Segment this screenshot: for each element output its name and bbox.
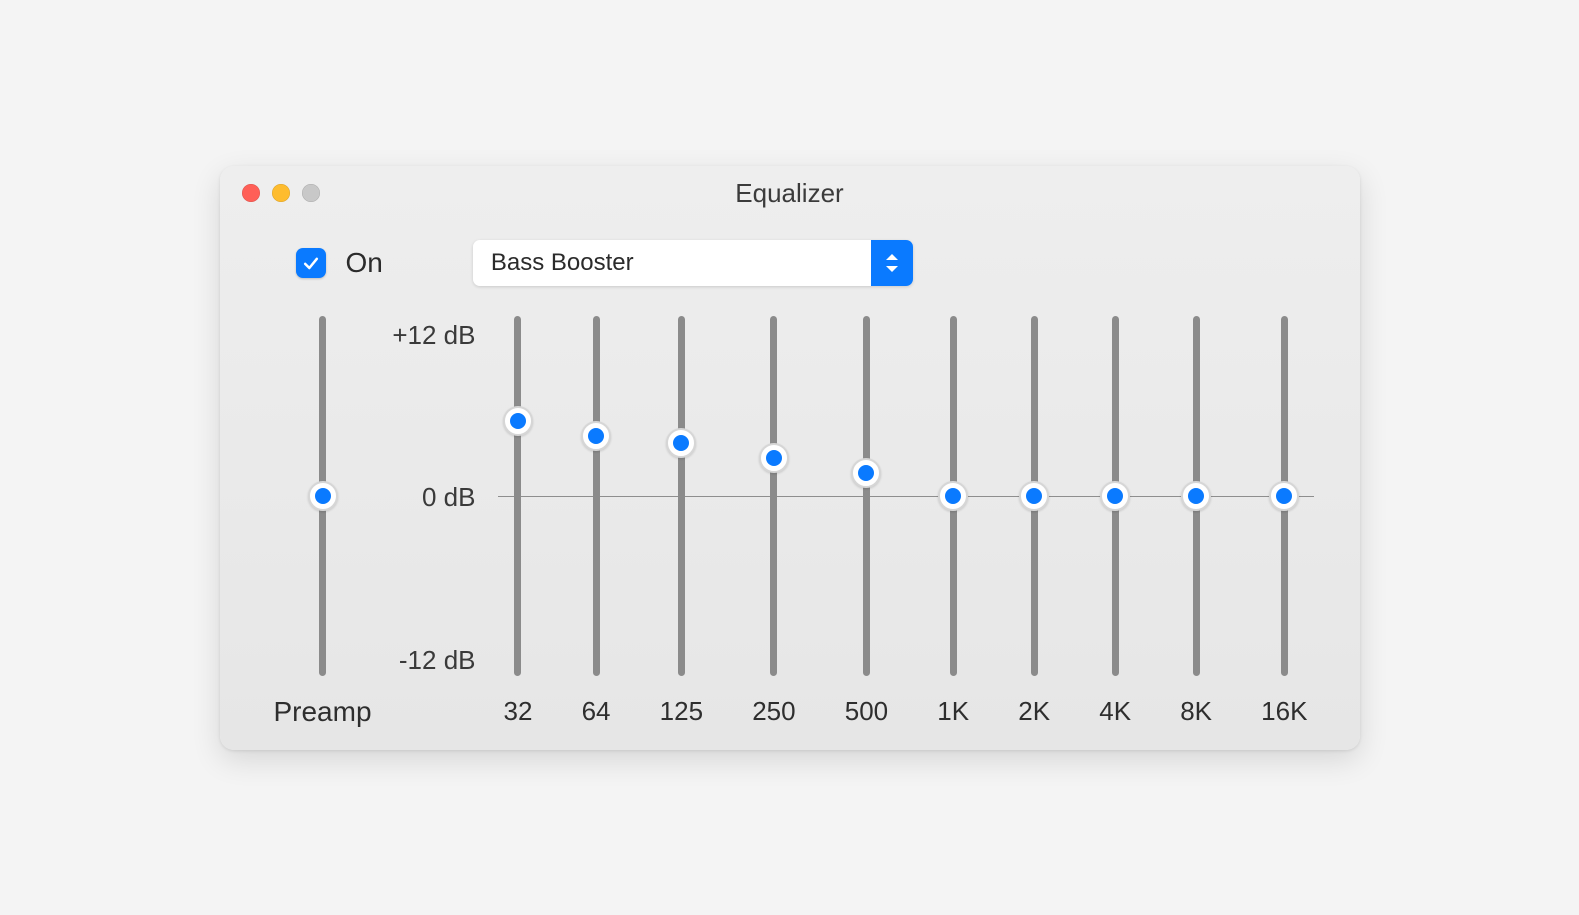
scale-min-label: -12 dB — [378, 645, 476, 676]
preamp-label: Preamp — [273, 696, 371, 728]
band-slider[interactable] — [863, 316, 870, 676]
window-title: Equalizer — [735, 178, 843, 209]
band-slider-knob[interactable] — [1181, 481, 1211, 511]
band-label: 4K — [1099, 696, 1131, 730]
equalizer-window: Equalizer On Bass Booster Preamp +12 dB … — [220, 166, 1360, 750]
band-label: 64 — [582, 696, 611, 730]
band-slider[interactable] — [514, 316, 521, 676]
preamp-slider-knob[interactable] — [308, 481, 338, 511]
preamp-slider[interactable] — [319, 316, 326, 676]
preset-selected-label: Bass Booster — [473, 240, 871, 286]
chevron-down-icon — [884, 264, 900, 274]
band-slider-wrap: 8K — [1180, 316, 1212, 730]
band-slider-wrap: 16K — [1261, 316, 1307, 730]
preset-stepper-icon — [871, 240, 913, 286]
band-slider-wrap: 250 — [752, 316, 795, 730]
band-slider-wrap: 2K — [1018, 316, 1050, 730]
band-slider-knob[interactable] — [666, 428, 696, 458]
band-slider[interactable] — [950, 316, 957, 676]
minimize-icon[interactable] — [272, 184, 290, 202]
band-slider[interactable] — [593, 316, 600, 676]
band-label: 16K — [1261, 696, 1307, 730]
band-slider-wrap: 125 — [660, 316, 703, 730]
band-slider-wrap: 64 — [582, 316, 611, 730]
band-label: 8K — [1180, 696, 1212, 730]
band-slider-knob[interactable] — [1019, 481, 1049, 511]
band-slider-wrap: 500 — [845, 316, 888, 730]
checkmark-icon — [301, 253, 321, 273]
band-slider[interactable] — [1112, 316, 1119, 676]
preamp-column: Preamp — [278, 316, 368, 728]
on-checkbox[interactable] — [296, 248, 326, 278]
band-label: 2K — [1018, 696, 1050, 730]
band-slider-knob[interactable] — [581, 421, 611, 451]
window-controls — [242, 184, 320, 202]
band-label: 32 — [504, 696, 533, 730]
equalizer-area: Preamp +12 dB 0 dB -12 dB 32 64 125 250 500 1… — [220, 292, 1360, 730]
band-label: 250 — [752, 696, 795, 730]
scale-max-label: +12 dB — [378, 320, 476, 351]
band-slider-knob[interactable] — [1100, 481, 1130, 511]
chevron-up-icon — [884, 252, 900, 262]
band-label: 125 — [660, 696, 703, 730]
band-slider-wrap: 1K — [937, 316, 969, 730]
band-slider-knob[interactable] — [1269, 481, 1299, 511]
band-slider-wrap: 4K — [1099, 316, 1131, 730]
band-label: 1K — [937, 696, 969, 730]
band-slider[interactable] — [1031, 316, 1038, 676]
band-label: 500 — [845, 696, 888, 730]
scale-zero-label: 0 dB — [378, 482, 476, 513]
band-slider-knob[interactable] — [938, 481, 968, 511]
band-slider-knob[interactable] — [851, 458, 881, 488]
db-scale: +12 dB 0 dB -12 dB — [378, 316, 498, 676]
bands-container: 32 64 125 250 500 1K 2K 4K 8K 16K — [498, 316, 1314, 730]
band-slider-knob[interactable] — [503, 406, 533, 436]
controls-row: On Bass Booster — [220, 222, 1360, 292]
preset-select[interactable]: Bass Booster — [473, 240, 913, 286]
zoom-icon[interactable] — [302, 184, 320, 202]
band-slider[interactable] — [1193, 316, 1200, 676]
band-slider-wrap: 32 — [504, 316, 533, 730]
band-slider[interactable] — [770, 316, 777, 676]
titlebar: Equalizer — [220, 166, 1360, 222]
close-icon[interactable] — [242, 184, 260, 202]
on-label: On — [346, 247, 383, 279]
band-slider-knob[interactable] — [759, 443, 789, 473]
band-slider[interactable] — [1281, 316, 1288, 676]
band-slider[interactable] — [678, 316, 685, 676]
